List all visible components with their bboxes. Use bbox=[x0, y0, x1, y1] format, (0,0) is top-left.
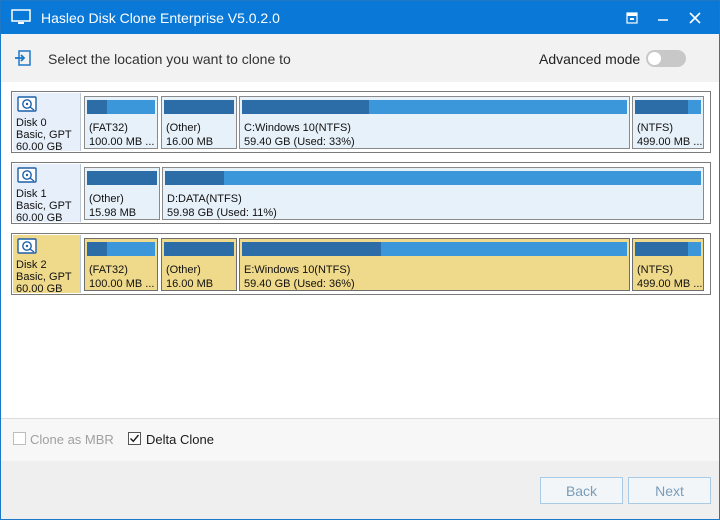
partition-label: (NTFS) bbox=[637, 122, 674, 134]
partition-size: 59.40 GB (Used: 33%) bbox=[244, 136, 355, 148]
disk-size: 60.00 GB bbox=[16, 283, 63, 295]
partition-size: 100.00 MB ... bbox=[89, 278, 155, 290]
partition[interactable]: (Other) 16.00 MB bbox=[161, 96, 237, 149]
disk-size: 60.00 GB bbox=[16, 141, 63, 153]
partition-used-fill bbox=[242, 242, 381, 256]
partition-size: 499.00 MB ... bbox=[637, 136, 703, 148]
partition-size: 499.00 MB ... bbox=[637, 278, 703, 290]
partition[interactable]: (FAT32) 100.00 MB ... bbox=[84, 96, 158, 149]
disk-type: Basic, GPT bbox=[16, 200, 72, 212]
disk-row[interactable]: Disk 2 Basic, GPT 60.00 GB (FAT32) 100.00 MB… bbox=[11, 233, 711, 295]
partition-usage-bar bbox=[87, 171, 157, 185]
disk-info: Disk 1 Basic, GPT 60.00 GB bbox=[13, 164, 81, 224]
partition[interactable]: (FAT32) 100.00 MB ... bbox=[84, 238, 158, 291]
step-header: Select the location you want to clone to… bbox=[1, 34, 719, 82]
disk-size: 60.00 GB bbox=[16, 212, 63, 224]
partition-label: E:Windows 10(NTFS) bbox=[244, 264, 351, 276]
restore-icon[interactable] bbox=[621, 7, 643, 29]
partition-used-fill bbox=[164, 242, 234, 256]
partition-usage-bar bbox=[635, 100, 701, 114]
partition[interactable]: (Other) 15.98 MB bbox=[84, 167, 160, 220]
partition[interactable]: (NTFS) 499.00 MB ... bbox=[632, 238, 704, 291]
partition[interactable]: (NTFS) 499.00 MB ... bbox=[632, 96, 704, 149]
instruction-text: Select the location you want to clone to bbox=[48, 51, 291, 67]
partition-size: 100.00 MB ... bbox=[89, 136, 155, 148]
disk-info: Disk 0 Basic, GPT 60.00 GB bbox=[13, 93, 81, 153]
minimize-icon[interactable] bbox=[652, 7, 674, 29]
disk-drive-icon bbox=[17, 238, 39, 256]
partition-usage-bar bbox=[164, 100, 234, 114]
clone-as-mbr-checkbox[interactable] bbox=[13, 432, 26, 445]
app-window: Hasleo Disk Clone Enterprise V5.0.2.0 Se… bbox=[0, 0, 720, 520]
partition-used-fill bbox=[87, 171, 157, 185]
partition-used-fill bbox=[87, 100, 108, 114]
close-icon[interactable] bbox=[684, 7, 706, 29]
partition[interactable]: D:DATA(NTFS) 59.98 GB (Used: 11%) bbox=[162, 167, 704, 220]
back-button[interactable]: Back bbox=[540, 477, 623, 504]
disk-drive-icon bbox=[17, 167, 39, 185]
partition-label: (NTFS) bbox=[637, 264, 674, 276]
partition-usage-bar bbox=[242, 242, 627, 256]
disk-drive-icon bbox=[17, 96, 39, 114]
window-title: Hasleo Disk Clone Enterprise V5.0.2.0 bbox=[41, 10, 280, 26]
disk-name: Disk 2 bbox=[16, 259, 47, 271]
partition-label: (Other) bbox=[89, 193, 124, 205]
advanced-mode-toggle[interactable] bbox=[646, 50, 686, 67]
partition[interactable]: C:Windows 10(NTFS) 59.40 GB (Used: 33%) bbox=[239, 96, 630, 149]
partition-label: (FAT32) bbox=[89, 264, 128, 276]
partition[interactable]: (Other) 16.00 MB bbox=[161, 238, 237, 291]
clone-as-mbr-label: Clone as MBR bbox=[30, 432, 114, 447]
partition-size: 15.98 MB bbox=[89, 207, 137, 219]
partition-used-fill bbox=[87, 242, 108, 256]
partition-label: (Other) bbox=[166, 122, 201, 134]
clone-options: Clone as MBR Delta Clone bbox=[1, 419, 719, 461]
checkmark-icon bbox=[129, 434, 140, 443]
partition-usage-bar bbox=[164, 242, 234, 256]
delta-clone-label: Delta Clone bbox=[146, 432, 214, 447]
disk-type: Basic, GPT bbox=[16, 271, 72, 283]
partition-usage-bar bbox=[87, 100, 155, 114]
partition-size: 16.00 MB bbox=[166, 278, 214, 290]
partition-label: (FAT32) bbox=[89, 122, 128, 134]
partition-size: 59.98 GB (Used: 11%) bbox=[167, 207, 277, 219]
partition-usage-bar bbox=[87, 242, 155, 256]
footer: Back Next bbox=[1, 461, 719, 519]
title-bar[interactable]: Hasleo Disk Clone Enterprise V5.0.2.0 bbox=[1, 1, 719, 34]
partition-used-fill bbox=[164, 100, 234, 114]
partition-used-fill bbox=[635, 100, 688, 114]
partition-size: 16.00 MB bbox=[166, 136, 214, 148]
disk-row[interactable]: Disk 0 Basic, GPT 60.00 GB (FAT32) 100.00 MB… bbox=[11, 91, 711, 153]
partition-used-fill bbox=[635, 242, 688, 256]
disk-row[interactable]: Disk 1 Basic, GPT 60.00 GB (Other) 15.98 MB D… bbox=[11, 162, 711, 224]
partition[interactable]: E:Windows 10(NTFS) 59.40 GB (Used: 36%) bbox=[239, 238, 630, 291]
partition-usage-bar bbox=[165, 171, 701, 185]
partition-used-fill bbox=[165, 171, 224, 185]
disk-type: Basic, GPT bbox=[16, 129, 72, 141]
partition-usage-bar bbox=[635, 242, 701, 256]
partition-used-fill bbox=[242, 100, 370, 114]
advanced-mode-label: Advanced mode bbox=[539, 51, 641, 67]
disk-name: Disk 1 bbox=[16, 188, 47, 200]
disk-info: Disk 2 Basic, GPT 60.00 GB bbox=[13, 235, 81, 295]
disk-name: Disk 0 bbox=[16, 117, 47, 129]
app-icon bbox=[11, 9, 31, 25]
partition-label: D:DATA(NTFS) bbox=[167, 193, 242, 205]
partition-label: C:Windows 10(NTFS) bbox=[244, 122, 351, 134]
partition-size: 59.40 GB (Used: 36%) bbox=[244, 278, 355, 290]
toggle-knob bbox=[648, 52, 661, 65]
disk-list: Disk 0 Basic, GPT 60.00 GB (FAT32) 100.00 MB… bbox=[11, 91, 711, 304]
clone-target-icon bbox=[15, 50, 31, 66]
next-button[interactable]: Next bbox=[628, 477, 711, 504]
delta-clone-checkbox[interactable] bbox=[128, 432, 141, 445]
partition-label: (Other) bbox=[166, 264, 201, 276]
partition-usage-bar bbox=[242, 100, 627, 114]
